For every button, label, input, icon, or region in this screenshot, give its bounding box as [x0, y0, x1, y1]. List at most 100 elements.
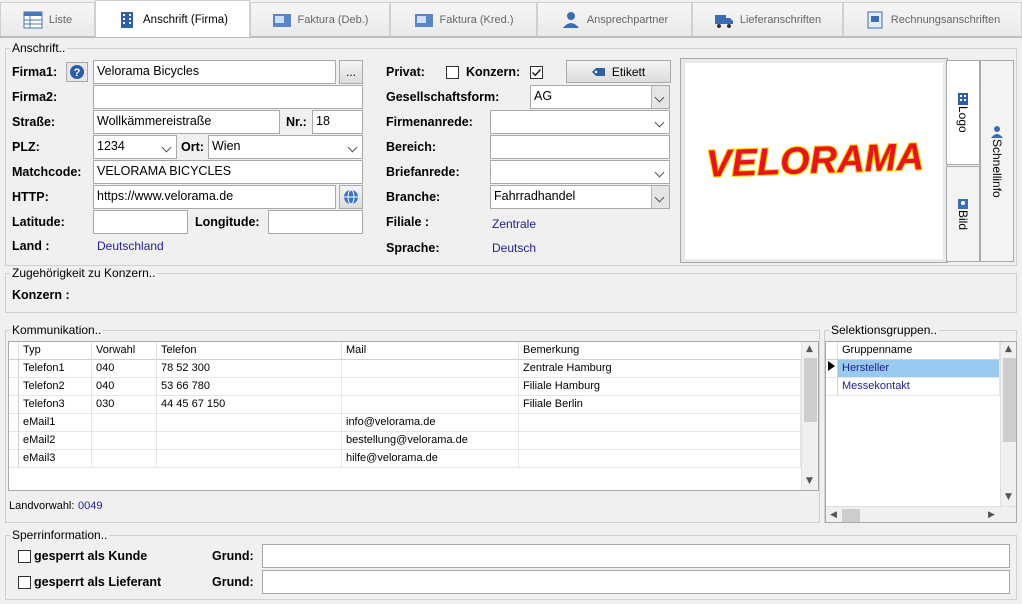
help-button[interactable]: ?: [66, 62, 88, 82]
ort-combo[interactable]: Wien: [208, 135, 363, 159]
sprache-link[interactable]: Deutsch: [492, 241, 536, 255]
tab-ansprechpartner[interactable]: Ansprechpartner: [537, 2, 692, 37]
gesellschaftsform-label: Gesellschaftsform:: [386, 90, 500, 104]
side-tab-bild-label: Bild: [956, 209, 970, 230]
longitude-field[interactable]: [268, 210, 363, 234]
selektion-row[interactable]: Messekontakt: [838, 378, 1000, 396]
kommunikation-cell[interactable]: [157, 432, 342, 450]
side-tab-logo[interactable]: Logo: [946, 60, 980, 165]
kommunikation-cell[interactable]: [92, 432, 157, 450]
bereich-field[interactable]: [490, 135, 670, 159]
land-label: Land :: [12, 239, 50, 253]
landvorwahl-value[interactable]: 0049: [78, 500, 102, 512]
kommunikation-scrollbar[interactable]: ▲ ▼: [801, 342, 818, 490]
kommunikation-cell[interactable]: 78 52 300: [157, 360, 342, 378]
kommunikation-cell[interactable]: 040: [92, 360, 157, 378]
selektion-grid[interactable]: Gruppenname Hersteller Messekontakt ▲ ▼ …: [825, 341, 1017, 523]
scroll-up-arrow-icon[interactable]: ▲: [1005, 344, 1012, 354]
kommunikation-cell[interactable]: eMail1: [19, 414, 92, 432]
kommunikation-cell[interactable]: 030: [92, 396, 157, 414]
konzern-checkbox[interactable]: [530, 66, 543, 79]
column-header-typ[interactable]: Typ: [19, 342, 92, 360]
kommunikation-cell[interactable]: [519, 414, 801, 432]
filiale-link[interactable]: Zentrale: [492, 217, 536, 231]
firma1-field[interactable]: Velorama Bicycles: [93, 60, 336, 84]
column-header-mail[interactable]: Mail: [342, 342, 519, 360]
row-header-cell: [826, 378, 838, 396]
kommunikation-cell[interactable]: Telefon1: [19, 360, 92, 378]
kommunikation-cell[interactable]: 040: [92, 378, 157, 396]
gesperrt-kunde-checkbox[interactable]: [18, 550, 31, 563]
divider: [0, 37, 1022, 38]
side-tab-schnellinfo[interactable]: Schnellinfo: [980, 60, 1014, 262]
firmenanrede-combo[interactable]: [490, 110, 670, 134]
land-link[interactable]: Deutschland: [97, 239, 164, 253]
briefanrede-combo[interactable]: [490, 160, 670, 184]
kommunikation-cell[interactable]: [519, 450, 801, 468]
firma2-field[interactable]: [93, 85, 363, 109]
kommunikation-cell[interactable]: 53 66 780: [157, 378, 342, 396]
strasse-field[interactable]: Wollkämmereistraße: [93, 110, 280, 134]
plz-combo[interactable]: 1234: [93, 135, 177, 159]
grund-kunde-field[interactable]: [262, 544, 1010, 568]
invoice-icon: [272, 13, 291, 27]
scroll-right-arrow-icon[interactable]: ▶: [988, 510, 995, 520]
kommunikation-cell[interactable]: Telefon2: [19, 378, 92, 396]
latitude-field[interactable]: [93, 210, 188, 234]
bereich-label: Bereich:: [386, 140, 437, 154]
kommunikation-cell[interactable]: Filiale Berlin: [519, 396, 801, 414]
grund-lieferant-field[interactable]: [262, 570, 1010, 594]
scroll-thumb[interactable]: [842, 509, 860, 522]
kommunikation-cell[interactable]: [157, 414, 342, 432]
scroll-left-arrow-icon[interactable]: ◀: [830, 510, 837, 520]
gesellschaftsform-combo[interactable]: AG: [530, 85, 670, 109]
privat-checkbox[interactable]: [446, 66, 459, 79]
matchcode-field[interactable]: VELORAMA BICYCLES: [93, 160, 363, 184]
selektion-row[interactable]: Hersteller: [838, 360, 1000, 378]
side-tab-bild[interactable]: Bild: [946, 166, 980, 262]
kommunikation-cell[interactable]: [519, 432, 801, 450]
tab-rechnungsanschriften[interactable]: Rechnungsanschriften: [843, 2, 1022, 37]
scroll-thumb[interactable]: [804, 358, 817, 422]
kommunikation-cell[interactable]: bestellung@velorama.de: [342, 432, 519, 450]
selektion-hscrollbar[interactable]: ◀ ▶: [826, 506, 1016, 522]
kommunikation-cell[interactable]: [92, 414, 157, 432]
ellipsis-button[interactable]: ...: [339, 60, 363, 84]
branche-combo[interactable]: Fahrradhandel: [490, 185, 670, 209]
etikett-button[interactable]: Etikett: [566, 60, 671, 83]
kommunikation-cell[interactable]: eMail3: [19, 450, 92, 468]
kommunikation-cell[interactable]: Zentrale Hamburg: [519, 360, 801, 378]
kommunikation-cell[interactable]: 44 45 67 150: [157, 396, 342, 414]
kommunikation-cell[interactable]: [342, 360, 519, 378]
invoice-icon: [414, 13, 433, 27]
column-header-bemerkung[interactable]: Bemerkung: [519, 342, 802, 360]
tab-anschrift-firma[interactable]: Anschrift (Firma): [95, 0, 250, 38]
scroll-down-arrow-icon[interactable]: ▼: [1005, 492, 1012, 502]
column-header-vorwahl[interactable]: Vorwahl: [92, 342, 157, 360]
tab-lieferanschriften[interactable]: Lieferanschriften: [692, 2, 843, 37]
selektion-vscrollbar[interactable]: ▲ ▼: [1000, 342, 1016, 506]
kommunikation-cell[interactable]: [342, 396, 519, 414]
column-header-gruppenname[interactable]: Gruppenname: [838, 342, 1000, 360]
kommunikation-cell[interactable]: Telefon3: [19, 396, 92, 414]
tab-faktura-deb[interactable]: Faktura (Deb.): [250, 2, 390, 37]
http-field[interactable]: https://www.velorama.de: [93, 185, 336, 209]
kommunikation-grid[interactable]: Typ Vorwahl Telefon Mail Bemerkung Telef…: [8, 341, 819, 491]
kommunikation-cell[interactable]: [157, 450, 342, 468]
gesperrt-lieferant-checkbox[interactable]: [18, 576, 31, 589]
tab-liste[interactable]: Liste: [0, 2, 95, 37]
scroll-up-arrow-icon[interactable]: ▲: [806, 344, 813, 354]
scroll-thumb[interactable]: [1003, 358, 1016, 442]
tab-faktura-kred[interactable]: Faktura (Kred.): [390, 2, 537, 37]
kommunikation-cell[interactable]: Filiale Hamburg: [519, 378, 801, 396]
kommunikation-cell[interactable]: eMail2: [19, 432, 92, 450]
open-web-button[interactable]: [339, 185, 363, 209]
kommunikation-cell[interactable]: [342, 378, 519, 396]
kommunikation-cell[interactable]: [92, 450, 157, 468]
scroll-down-arrow-icon[interactable]: ▼: [806, 476, 813, 486]
column-header-telefon[interactable]: Telefon: [157, 342, 342, 360]
kommunikation-cell[interactable]: info@velorama.de: [342, 414, 519, 432]
nr-field[interactable]: 18: [312, 110, 363, 134]
kommunikation-cell[interactable]: hilfe@velorama.de: [342, 450, 519, 468]
matchcode-label: Matchcode:: [12, 165, 82, 179]
